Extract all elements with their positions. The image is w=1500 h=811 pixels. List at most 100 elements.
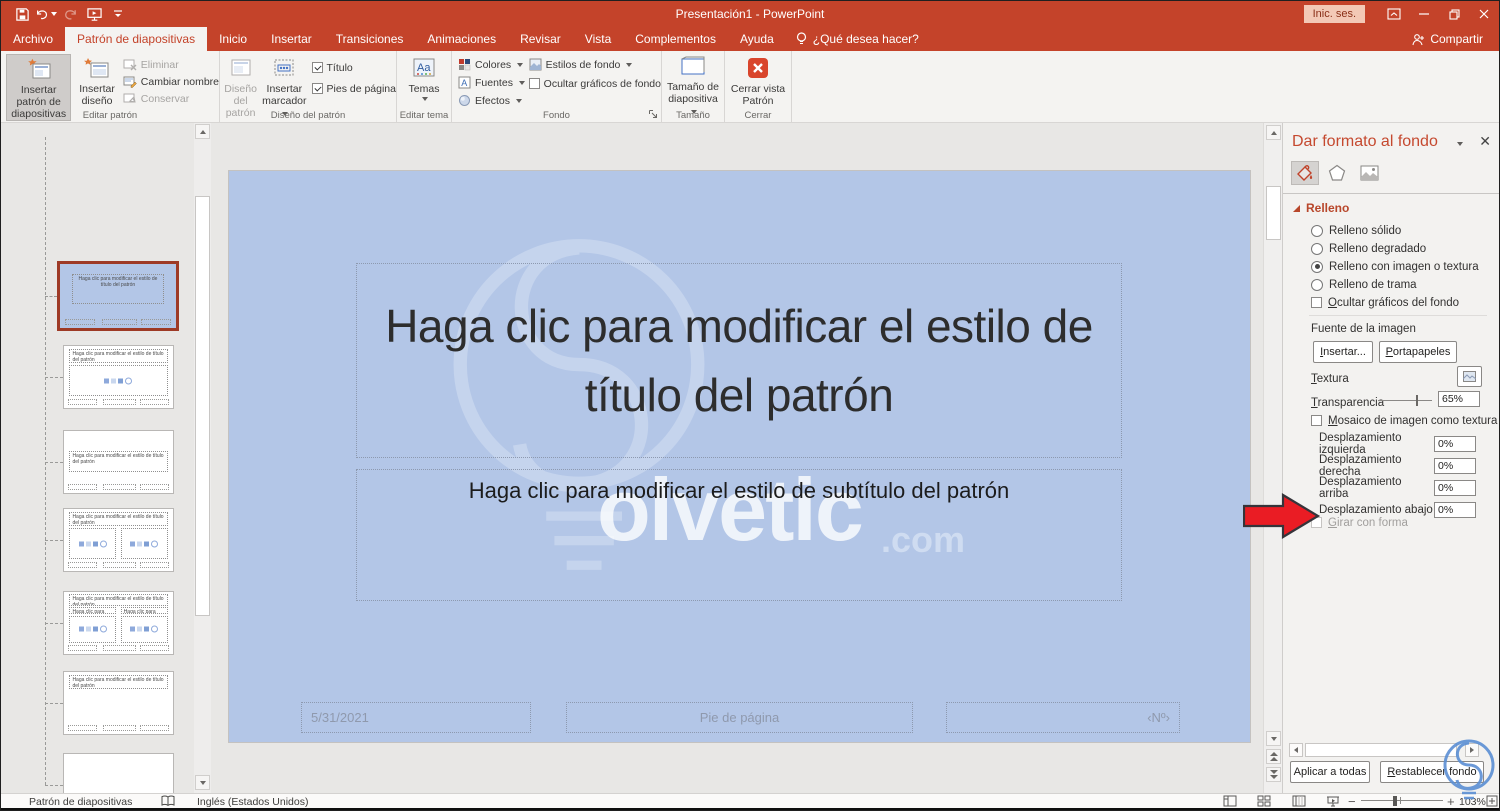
insert-picture-button[interactable]: Insertar... <box>1313 341 1373 363</box>
previous-slide-icon[interactable] <box>1266 749 1281 764</box>
thumbnail-title-only[interactable]: Haga clic para modificar el estilo de tí… <box>63 671 174 735</box>
picture-tab-icon[interactable] <box>1355 161 1383 185</box>
start-slideshow-icon[interactable] <box>83 3 105 25</box>
slide-sorter-icon[interactable] <box>1257 795 1271 807</box>
close-icon[interactable] <box>1469 1 1499 27</box>
delete-button[interactable]: Eliminar <box>123 57 219 72</box>
apply-to-all-button[interactable]: Aplicar a todas <box>1290 761 1370 783</box>
language-status[interactable]: Inglés (Estados Unidos) <box>197 796 308 808</box>
zoom-slider-track[interactable] <box>1361 800 1443 801</box>
pane-scroll-track[interactable] <box>1305 743 1457 757</box>
transparency-slider-thumb[interactable] <box>1416 395 1418 406</box>
group-cerrar: Cerrar vista Patrón Cerrar <box>725 51 792 122</box>
date-placeholder[interactable]: 5/31/2021 <box>301 702 531 733</box>
clipboard-button[interactable]: Portapapeles <box>1379 341 1457 363</box>
reading-view-icon[interactable] <box>1292 795 1306 807</box>
hide-background-graphics-checkbox[interactable]: Ocultar gráficos de fondo <box>528 76 661 91</box>
normal-view-icon[interactable] <box>1223 795 1237 807</box>
thumbnails-scroll-down-icon[interactable] <box>195 775 210 790</box>
offset-label-3: Desplazamiento abajo <box>1319 503 1433 516</box>
offset-input-3[interactable] <box>1434 501 1476 518</box>
rename-button[interactable]: Cambiar nombre <box>123 74 219 89</box>
transparency-slider[interactable] <box>1378 395 1434 406</box>
slide-number-placeholder[interactable]: ‹Nº› <box>946 702 1180 733</box>
tab-vista[interactable]: Vista <box>573 27 623 51</box>
thumbnail-title-content[interactable]: Haga clic para modificar el estilo de tí… <box>63 345 174 409</box>
title-checkbox[interactable]: Título <box>311 60 396 75</box>
tab-animaciones[interactable]: Animaciones <box>415 27 508 51</box>
fill-tab-icon[interactable] <box>1291 161 1319 185</box>
tab-patrón-de-diapositivas[interactable]: Patrón de diapositivas <box>65 27 208 51</box>
thumbnail-section-header[interactable]: Haga clic para modificar el estilo de tí… <box>63 430 174 494</box>
canvas-scroll-up-icon[interactable] <box>1266 125 1281 140</box>
undo-icon[interactable] <box>35 3 57 25</box>
ribbon-display-options-icon[interactable] <box>1379 1 1409 27</box>
close-master-view-button[interactable]: Cerrar vista Patrón <box>727 54 789 107</box>
colors-button[interactable]: Colores <box>458 57 529 72</box>
footer-placeholder[interactable]: Pie de página <box>566 702 913 733</box>
background-styles-button[interactable]: Estilos de fondo <box>529 57 661 72</box>
slide-size-button[interactable]: Tamaño de diapositiva <box>663 54 723 117</box>
thumbnails-scrollbar[interactable] <box>194 123 211 793</box>
offset-input-0[interactable] <box>1434 435 1476 452</box>
preserve-button[interactable]: Conservar <box>123 91 219 106</box>
hide-background-graphics-option[interactable]: Ocultar gráficos del fondo <box>1311 295 1459 310</box>
pane-title-caret-icon[interactable] <box>1457 142 1463 146</box>
transparency-label: Transparencia <box>1311 397 1385 409</box>
fill-option-3[interactable]: Relleno de trama <box>1311 277 1417 292</box>
title-placeholder[interactable]: Haga clic para modificar el estilo de tí… <box>356 263 1122 458</box>
canvas-scroll-thumb[interactable] <box>1266 186 1281 240</box>
pane-close-icon[interactable]: ✕ <box>1479 133 1491 150</box>
zoom-slider-thumb[interactable] <box>1393 796 1397 806</box>
tile-checkbox-box <box>1311 415 1322 426</box>
texture-picker-button[interactable] <box>1457 366 1482 387</box>
themes-button[interactable]: Aa Temas <box>401 54 447 102</box>
fill-section-header[interactable]: Relleno <box>1293 201 1349 215</box>
qat-customize-icon[interactable] <box>107 3 129 25</box>
save-icon[interactable] <box>11 3 33 25</box>
share-button[interactable]: Compartir <box>1412 27 1499 51</box>
tab-transiciones[interactable]: Transiciones <box>324 27 416 51</box>
fill-option-0[interactable]: Relleno sólido <box>1311 223 1401 238</box>
tab-complementos[interactable]: Complementos <box>623 27 728 51</box>
zoom-out-icon[interactable]: − <box>1348 794 1356 809</box>
next-slide-icon[interactable] <box>1266 767 1281 782</box>
footers-checkbox[interactable]: Pies de página <box>311 81 396 96</box>
thumbnail-master-title[interactable]: Haga clic para modificar el estilo de tí… <box>57 261 179 331</box>
effects-button[interactable]: Efectos <box>458 93 529 108</box>
thumbnail-two-content[interactable]: Haga clic para modificar el estilo de tí… <box>63 508 174 572</box>
tell-me-search[interactable]: ¿Qué desea hacer? <box>786 27 929 51</box>
fonts-button[interactable]: A Fuentes <box>458 75 529 90</box>
slideshow-view-icon[interactable] <box>1326 795 1340 807</box>
hierarchy-connector <box>45 540 63 541</box>
tab-revisar[interactable]: Revisar <box>508 27 573 51</box>
fill-option-1[interactable]: Relleno degradado <box>1311 241 1426 256</box>
sign-in-button[interactable]: Inic. ses. <box>1303 5 1365 23</box>
rotate-with-shape-option: Girar con forma <box>1311 515 1408 530</box>
insert-layout-button[interactable]: Insertar diseño <box>75 54 118 107</box>
offset-input-2[interactable] <box>1434 479 1476 496</box>
canvas-scroll-down-icon[interactable] <box>1266 731 1281 746</box>
transparency-input[interactable] <box>1438 391 1480 407</box>
subtitle-placeholder[interactable]: Haga clic para modificar el estilo de su… <box>356 469 1122 601</box>
thumbnails-scroll-up-icon[interactable] <box>195 124 210 139</box>
effects-tab-icon[interactable] <box>1323 161 1351 185</box>
tab-archivo[interactable]: Archivo <box>1 27 65 51</box>
tab-inicio[interactable]: Inicio <box>207 27 259 51</box>
group-fondo: Colores A Fuentes Efectos Estilos de fon… <box>452 51 662 122</box>
view-status-label[interactable]: Patrón de diapositivas <box>29 796 132 808</box>
tab-insertar[interactable]: Insertar <box>259 27 324 51</box>
offset-input-1[interactable] <box>1434 457 1476 474</box>
minimize-icon[interactable] <box>1409 1 1439 27</box>
pane-scroll-left-icon[interactable] <box>1289 743 1303 757</box>
thumbnails-scroll-thumb[interactable] <box>195 196 210 616</box>
tab-ayuda[interactable]: Ayuda <box>728 27 786 51</box>
restore-icon[interactable] <box>1439 1 1469 27</box>
tile-picture-option[interactable]: Mosaico de imagen como textura <box>1311 413 1497 428</box>
canvas-scrollbar[interactable] <box>1263 123 1282 793</box>
fill-option-2[interactable]: Relleno con imagen o textura <box>1311 259 1479 274</box>
redo-icon[interactable] <box>59 3 81 25</box>
slide-master[interactable]: olvetic .com Haga clic para modificar el… <box>229 171 1250 742</box>
proofing-book-icon[interactable] <box>161 795 175 807</box>
thumbnail-comparison[interactable]: Haga clic para modificar el estilo de tí… <box>63 591 174 655</box>
